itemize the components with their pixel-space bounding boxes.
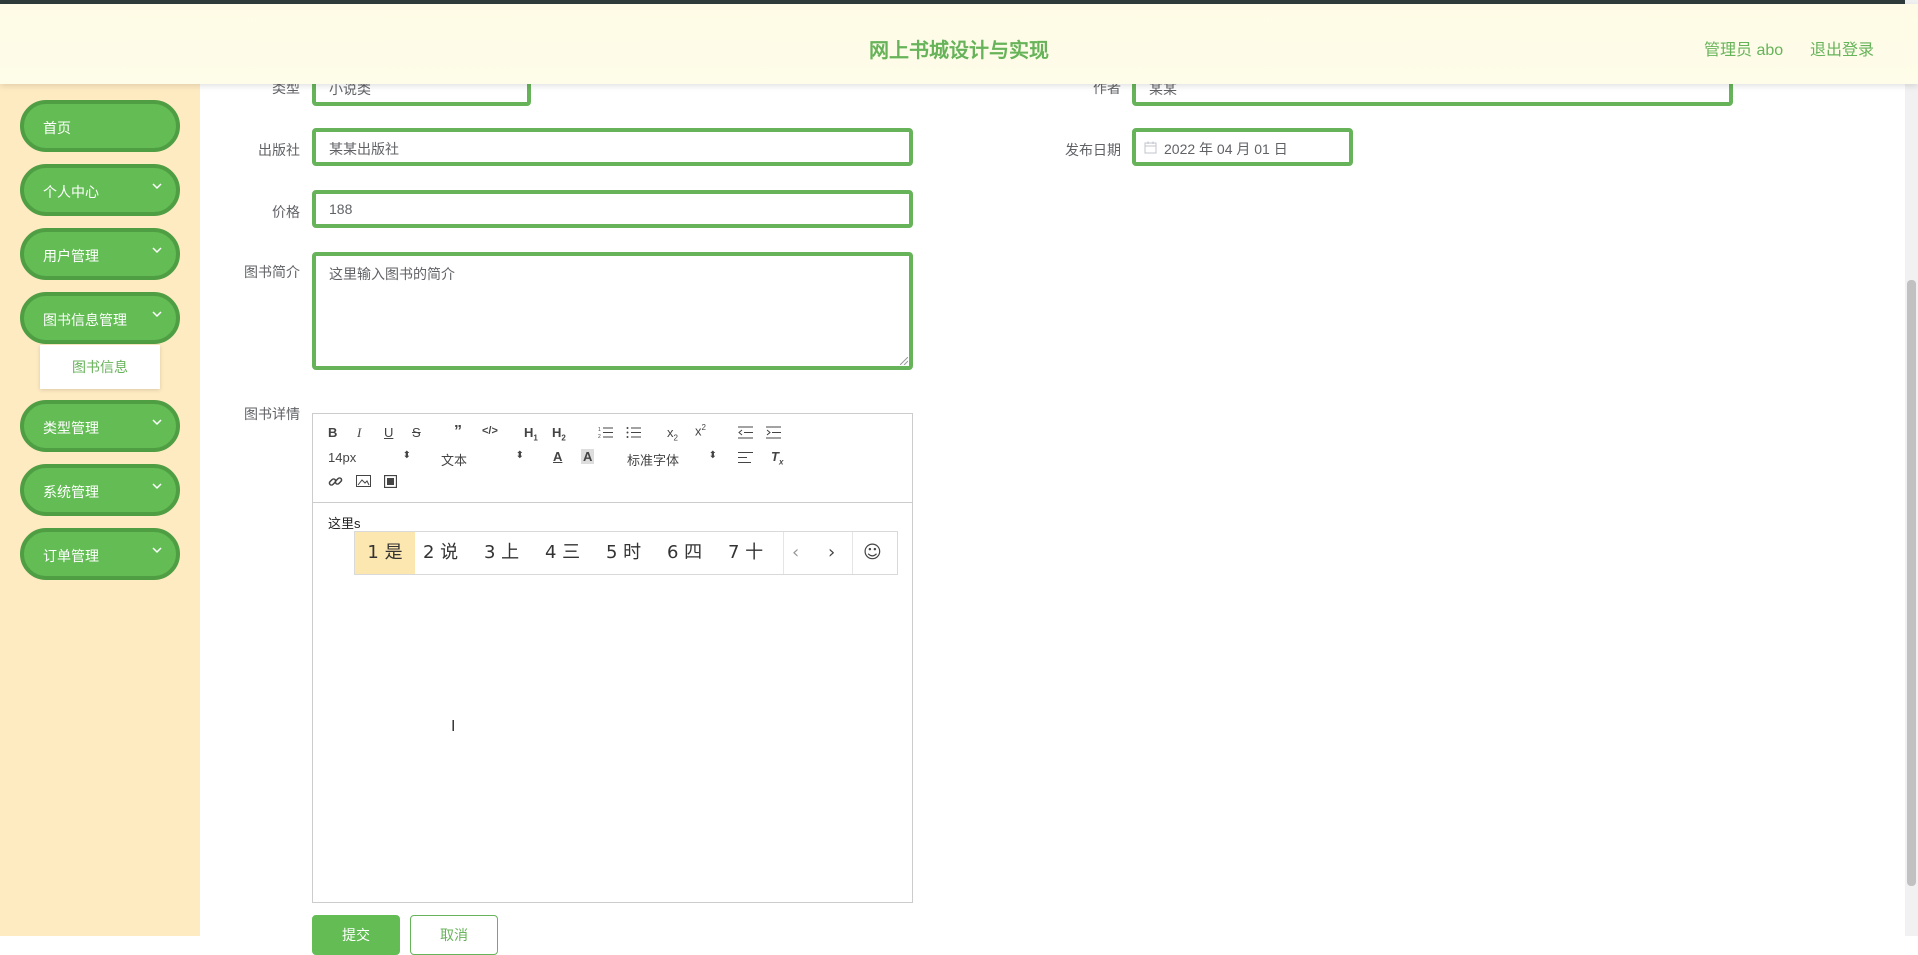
sidebar-item-label: 用户管理 (43, 248, 99, 264)
ime-next-page-icon[interactable]: › (828, 532, 835, 574)
underline-icon[interactable]: U (384, 425, 393, 440)
chevron-down-icon (152, 419, 162, 426)
video-icon[interactable] (384, 475, 397, 488)
date-label: 发布日期 (1065, 142, 1121, 158)
svg-text:2: 2 (598, 434, 601, 439)
font-family-value: 标准字体 (627, 453, 680, 468)
site-title: 网上书城设计与实现 (869, 40, 1049, 62)
italic-icon[interactable]: I (357, 425, 361, 441)
chevron-down-icon (152, 183, 162, 190)
date-value: 2022 年 04 月 01 日 (1164, 141, 1288, 157)
sidebar-item-label: 类型管理 (43, 420, 99, 436)
select-arrows-icon: ⬍ (515, 450, 524, 461)
blockquote-icon[interactable]: ” (454, 423, 462, 441)
link-icon[interactable] (328, 474, 343, 489)
sidebar-item-home[interactable]: 首页 (20, 100, 180, 152)
ime-candidate[interactable]: 5 时 (606, 532, 641, 574)
price-label: 价格 (272, 204, 300, 220)
outdent-icon[interactable] (738, 426, 753, 439)
sidebar: 首页 个人中心 用户管理 图书信息管理 图书信息 类型管理 系统管理 订单管理 (0, 84, 200, 936)
resize-handle-icon[interactable] (900, 357, 908, 365)
sidebar-item-book-info-management[interactable]: 图书信息管理 (20, 292, 180, 344)
chevron-down-icon (152, 547, 162, 554)
sidebar-item-label: 图书信息管理 (43, 312, 127, 328)
clear-format-icon[interactable]: Tx (771, 449, 783, 467)
text-cursor-icon: I (451, 718, 456, 735)
cancel-button[interactable]: 取消 (410, 915, 498, 955)
background-color-icon[interactable]: A (581, 449, 595, 464)
editor-toolbar: B I U S ” </> H1 H2 12 x2 x2 14px ⬍ 文本 ⬍… (313, 414, 912, 503)
align-left-icon[interactable] (738, 451, 753, 464)
rich-text-editor: B I U S ” </> H1 H2 12 x2 x2 14px ⬍ 文本 ⬍… (312, 413, 913, 903)
price-value: 188 (329, 201, 353, 217)
price-input[interactable]: 188 (312, 190, 913, 228)
editor-content[interactable]: 这里s (328, 513, 361, 532)
divider (783, 532, 784, 574)
ordered-list-icon[interactable]: 12 (598, 426, 613, 439)
logout-link[interactable]: 退出登录 (1810, 36, 1874, 60)
select-arrows-icon: ⬍ (402, 450, 411, 461)
date-picker[interactable]: 2022 年 04 月 01 日 (1132, 128, 1353, 166)
heading-select[interactable]: 文本 ⬍ (441, 450, 524, 468)
bold-icon[interactable]: B (328, 425, 337, 440)
sidebar-item-label: 个人中心 (43, 184, 99, 200)
calendar-icon (1144, 141, 1157, 154)
ime-candidate[interactable]: 3 上 (484, 532, 519, 574)
chevron-down-icon (152, 247, 162, 254)
divider (852, 532, 853, 574)
sidebar-item-personal-center[interactable]: 个人中心 (20, 164, 180, 216)
superscript-icon[interactable]: x2 (695, 423, 706, 438)
select-arrows-icon: ⬍ (708, 450, 717, 461)
bullet-list-icon[interactable] (626, 426, 641, 439)
detail-label: 图书详情 (244, 406, 300, 422)
ime-candidate[interactable]: 4 三 (545, 532, 580, 574)
ime-candidate-bar: 1 是 2 说 3 上 4 三 5 时 6 四 7 十 ‹ › ☺ (354, 531, 898, 575)
intro-label: 图书简介 (244, 264, 300, 280)
ime-candidate[interactable]: 2 说 (423, 532, 458, 574)
sidebar-item-label: 首页 (43, 120, 71, 136)
strikethrough-icon[interactable]: S (412, 425, 421, 440)
font-family-select[interactable]: 标准字体 ⬍ (627, 450, 717, 468)
sidebar-item-system-management[interactable]: 系统管理 (20, 464, 180, 516)
heading2-icon[interactable]: H2 (552, 425, 566, 443)
ime-candidate[interactable]: 7 十 (728, 532, 763, 574)
chevron-down-icon (152, 483, 162, 490)
emoji-icon[interactable]: ☺ (863, 532, 882, 574)
image-icon[interactable] (356, 475, 371, 487)
ime-candidate[interactable]: 6 四 (667, 532, 702, 574)
font-size-value: 14px (328, 450, 357, 465)
submit-button[interactable]: 提交 (312, 915, 400, 955)
page-scrollbar[interactable] (1905, 0, 1918, 936)
publisher-value: 某某出版社 (329, 141, 399, 157)
publisher-input[interactable]: 某某出版社 (312, 128, 913, 166)
subscript-icon[interactable]: x2 (667, 425, 678, 443)
admin-user-label: 管理员 abo (1704, 42, 1784, 59)
publisher-label: 出版社 (258, 142, 300, 158)
header: 网上书城设计与实现 管理员 abo 退出登录 (0, 4, 1918, 84)
chevron-down-icon (152, 311, 162, 318)
heading-select-value: 文本 (441, 453, 468, 468)
code-block-icon[interactable]: </> (482, 425, 498, 437)
intro-textarea[interactable]: 这里输入图书的简介 (312, 252, 913, 370)
sidebar-item-order-management[interactable]: 订单管理 (20, 528, 180, 580)
sidebar-subitem-book-info[interactable]: 图书信息 (40, 345, 160, 389)
heading1-icon[interactable]: H1 (524, 425, 538, 443)
sidebar-item-label: 系统管理 (43, 484, 99, 500)
font-color-icon[interactable]: A (553, 449, 562, 464)
intro-value: 这里输入图书的简介 (329, 266, 455, 282)
font-size-select[interactable]: 14px ⬍ (328, 450, 411, 466)
indent-icon[interactable] (766, 426, 781, 439)
svg-text:1: 1 (598, 427, 601, 433)
scrollbar-thumb[interactable] (1907, 280, 1916, 886)
sidebar-item-user-management[interactable]: 用户管理 (20, 228, 180, 280)
ime-prev-page-icon[interactable]: ‹ (792, 532, 799, 574)
sidebar-item-type-management[interactable]: 类型管理 (20, 400, 180, 452)
ime-candidate[interactable]: 1 是 (355, 532, 415, 574)
sidebar-item-label: 订单管理 (43, 548, 99, 564)
